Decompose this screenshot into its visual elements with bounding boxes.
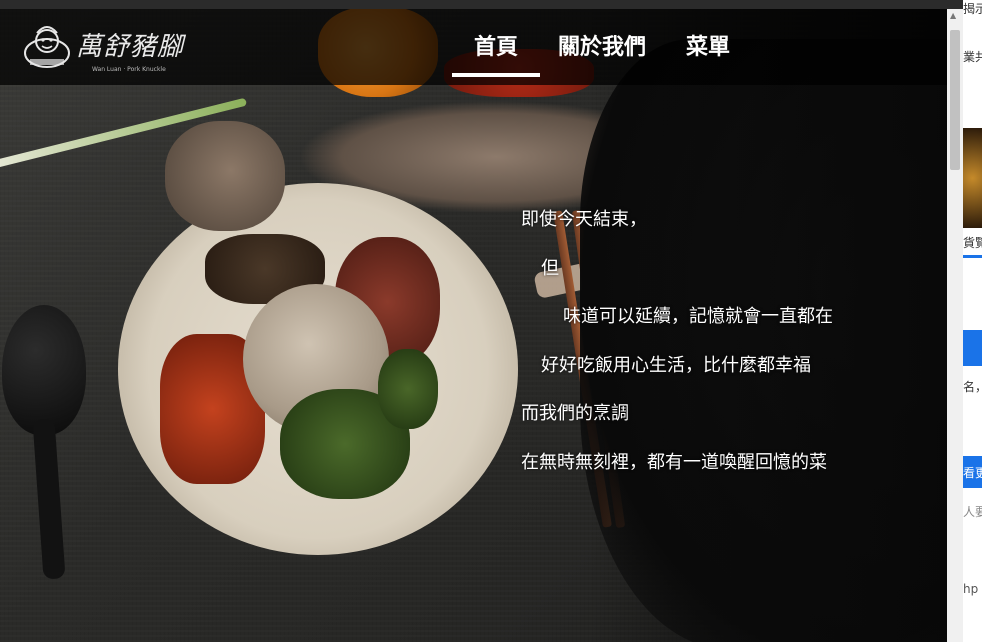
side-blue-button[interactable] (963, 330, 982, 366)
chef-mascot-icon (24, 26, 70, 68)
hero-line: 但 (541, 257, 559, 279)
logo-subtitle: Wan Luan · Pork Knuckle (92, 66, 166, 73)
site-header: 萬舒豬腳 Wan Luan · Pork Knuckle 首頁 關於我們 菜單 (0, 9, 947, 85)
main-nav: 首頁 關於我們 菜單 (451, 35, 770, 77)
browser-top-strip (0, 0, 982, 9)
scrollbar-thumb[interactable] (950, 30, 960, 170)
side-snippet: 業共 (963, 50, 982, 64)
nav-home[interactable]: 首頁 (451, 35, 541, 77)
nav-menu[interactable]: 菜單 (686, 35, 730, 61)
adjacent-window: 揭示 業共 貨覽 名， 看更 人要 hp (963, 0, 982, 642)
site-logo[interactable]: 萬舒豬腳 Wan Luan · Pork Knuckle (22, 23, 185, 73)
side-accent-bar (963, 255, 982, 258)
hand-image (165, 121, 285, 231)
side-snippet: 名， (963, 380, 982, 394)
hero-line: 好好吃飯用心生活，比什麼都幸福 (541, 354, 811, 376)
side-snippet: 人要 (963, 505, 982, 519)
hero-line: 即使今天結束， (521, 209, 647, 230)
nav-about[interactable]: 關於我們 (558, 35, 646, 61)
broccoli-image (378, 349, 438, 429)
hero-line: 在無時無刻裡，都有一道喚醒回憶的菜 (521, 451, 827, 473)
logo-wordmark: 萬舒豬腳 (76, 32, 185, 62)
side-snippet: 看更 (963, 466, 982, 480)
spoon-image (2, 305, 86, 435)
hero-text: 即使今天結束， 但 味道可以延續，記憶就會一直都在 好好吃飯用心生活，比什麼都幸… (521, 196, 833, 487)
hero-line: 味道可以延續，記憶就會一直都在 (563, 306, 833, 327)
side-snippet: hp (963, 582, 979, 596)
scroll-up-arrow-icon[interactable]: ▲ (950, 11, 956, 20)
side-snippet: 貨覽 (963, 236, 982, 250)
hero-line: 而我們的烹調 (521, 403, 629, 424)
side-thumbnail (963, 128, 982, 228)
side-snippet: 揭示 (963, 2, 982, 16)
hero-background: 萬舒豬腳 Wan Luan · Pork Knuckle 首頁 關於我們 菜單 … (0, 9, 947, 642)
